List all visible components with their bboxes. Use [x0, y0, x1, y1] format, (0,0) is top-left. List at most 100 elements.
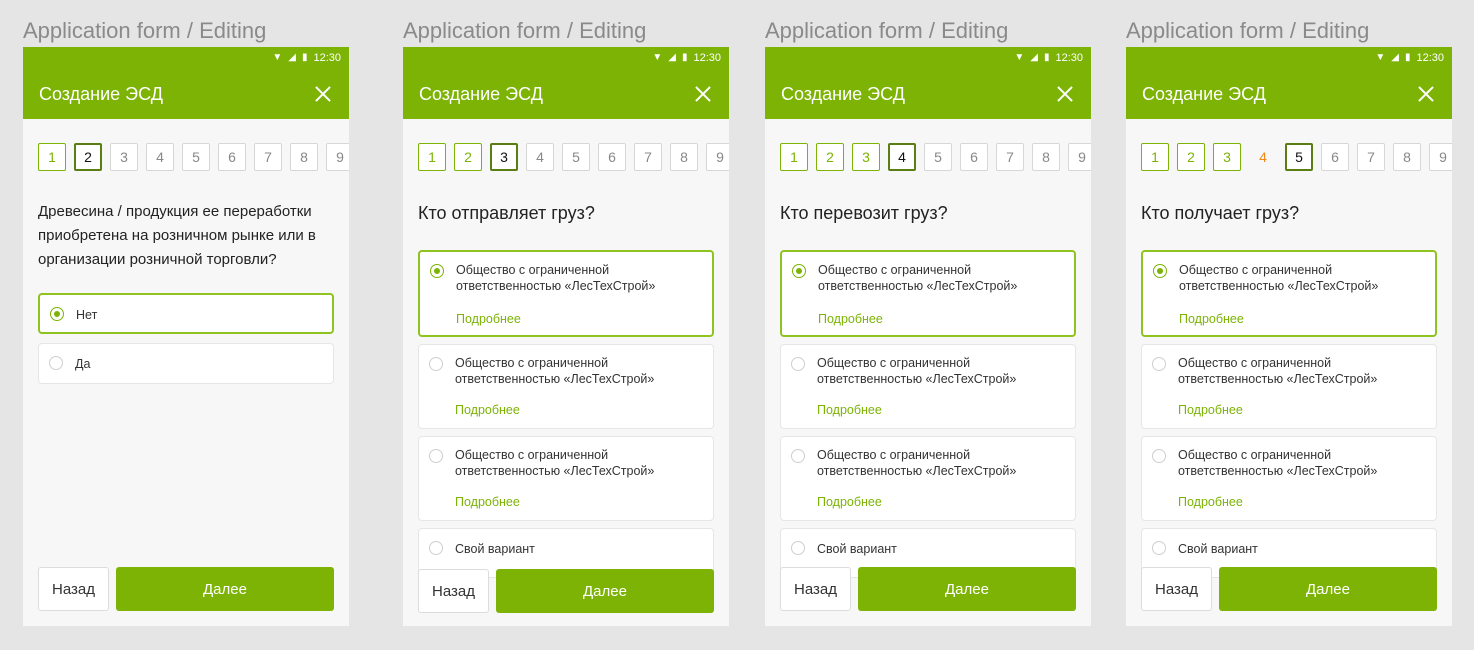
- step-3[interactable]: 3: [490, 143, 518, 171]
- step-2[interactable]: 2: [74, 143, 102, 171]
- step-4[interactable]: 4: [1249, 143, 1277, 171]
- step-4[interactable]: 4: [146, 143, 174, 171]
- step-8[interactable]: 8: [670, 143, 698, 171]
- radio-selected-icon: [50, 307, 64, 321]
- radio-selected-icon: [1153, 264, 1167, 278]
- step-9[interactable]: 9: [706, 143, 729, 171]
- details-link[interactable]: Подробнее: [1179, 312, 1244, 326]
- next-button[interactable]: Далее: [1219, 567, 1437, 611]
- option-company-2[interactable]: Общество с ограниченной ответственностью…: [418, 344, 714, 429]
- step-7[interactable]: 7: [1357, 143, 1385, 171]
- radio-selected-icon: [430, 264, 444, 278]
- app-title: Создание ЭСД: [39, 83, 163, 104]
- step-1[interactable]: 1: [38, 143, 66, 171]
- option-company-3[interactable]: Общество с ограниченной ответственностью…: [1141, 436, 1437, 521]
- signal-icon: ◢: [668, 52, 676, 63]
- step-1[interactable]: 1: [1141, 143, 1169, 171]
- step-5[interactable]: 5: [182, 143, 210, 171]
- next-button[interactable]: Далее: [116, 567, 334, 611]
- back-button[interactable]: Назад: [418, 569, 489, 613]
- step-2[interactable]: 2: [1177, 143, 1205, 171]
- radio-icon: [429, 541, 443, 555]
- step-3[interactable]: 3: [1213, 143, 1241, 171]
- step-9[interactable]: 9: [1068, 143, 1091, 171]
- step-1[interactable]: 1: [418, 143, 446, 171]
- step-6[interactable]: 6: [218, 143, 246, 171]
- step-5[interactable]: 5: [562, 143, 590, 171]
- option-label: Свой вариант: [455, 542, 535, 556]
- details-link[interactable]: Подробнее: [455, 495, 520, 509]
- battery-icon: ▮: [681, 52, 688, 63]
- option-company-1[interactable]: Общество с ограниченной ответственностью…: [1141, 250, 1437, 337]
- step-8[interactable]: 8: [290, 143, 318, 171]
- wifi-icon: ▼: [1375, 52, 1386, 63]
- details-link[interactable]: Подробнее: [456, 312, 521, 326]
- details-link[interactable]: Подробнее: [817, 495, 882, 509]
- wifi-icon: ▼: [272, 52, 283, 63]
- next-button[interactable]: Далее: [858, 567, 1076, 611]
- close-icon[interactable]: [313, 84, 333, 104]
- step-7[interactable]: 7: [634, 143, 662, 171]
- option-label: Общество с ограниченной ответственностью…: [1178, 448, 1378, 478]
- step-3[interactable]: 3: [110, 143, 138, 171]
- app-title: Создание ЭСД: [1142, 83, 1266, 104]
- step-4[interactable]: 4: [888, 143, 916, 171]
- option-company-2[interactable]: Общество с ограниченной ответственностью…: [780, 344, 1076, 429]
- next-button[interactable]: Далее: [496, 569, 714, 613]
- option-label: Общество с ограниченной ответственностью…: [455, 448, 655, 478]
- phone-screen-3: ▼ ◢ ▮ 12:30 Создание ЭСД 1 2 3 4 5 6 7 8…: [765, 47, 1091, 626]
- back-button[interactable]: Назад: [1141, 567, 1212, 611]
- option-company-3[interactable]: Общество с ограниченной ответственностью…: [418, 436, 714, 521]
- question-text: Кто получает груз?: [1141, 203, 1300, 223]
- step-7[interactable]: 7: [254, 143, 282, 171]
- option-no[interactable]: Нет: [38, 293, 334, 334]
- details-link[interactable]: Подробнее: [1178, 403, 1243, 417]
- app-title: Создание ЭСД: [419, 83, 543, 104]
- step-7[interactable]: 7: [996, 143, 1024, 171]
- option-company-3[interactable]: Общество с ограниченной ответственностью…: [780, 436, 1076, 521]
- step-8[interactable]: 8: [1393, 143, 1421, 171]
- option-yes[interactable]: Да: [38, 343, 334, 384]
- details-link[interactable]: Подробнее: [1178, 495, 1243, 509]
- back-button[interactable]: Назад: [38, 567, 109, 611]
- step-1[interactable]: 1: [780, 143, 808, 171]
- status-bar: ▼ ◢ ▮ 12:30: [403, 47, 729, 69]
- step-6[interactable]: 6: [1321, 143, 1349, 171]
- step-4[interactable]: 4: [526, 143, 554, 171]
- details-link[interactable]: Подробнее: [817, 403, 882, 417]
- status-bar: ▼ ◢ ▮ 12:30: [1126, 47, 1452, 69]
- step-6[interactable]: 6: [960, 143, 988, 171]
- app-title: Создание ЭСД: [781, 83, 905, 104]
- signal-icon: ◢: [288, 52, 296, 63]
- close-icon[interactable]: [693, 84, 713, 104]
- step-3[interactable]: 3: [852, 143, 880, 171]
- option-company-1[interactable]: Общество с ограниченной ответственностью…: [780, 250, 1076, 337]
- step-9[interactable]: 9: [326, 143, 349, 171]
- step-8[interactable]: 8: [1032, 143, 1060, 171]
- option-company-2[interactable]: Общество с ограниченной ответственностью…: [1141, 344, 1437, 429]
- option-label: Нет: [76, 308, 98, 322]
- status-time: 12:30: [693, 52, 721, 64]
- radio-icon: [1152, 357, 1166, 371]
- frame-title: Application form / Editing: [23, 18, 267, 43]
- status-time: 12:30: [1416, 52, 1444, 64]
- phone-screen-2: ▼ ◢ ▮ 12:30 Создание ЭСД 1 2 3 4 5 6 7 8…: [403, 47, 729, 626]
- option-company-1[interactable]: Общество с ограниченной ответственностью…: [418, 250, 714, 337]
- back-button[interactable]: Назад: [780, 567, 851, 611]
- details-link[interactable]: Подробнее: [455, 403, 520, 417]
- close-icon[interactable]: [1055, 84, 1075, 104]
- phone-screen-4: ▼ ◢ ▮ 12:30 Создание ЭСД 1 2 3 4 5 6 7 8…: [1126, 47, 1452, 626]
- step-5[interactable]: 5: [1285, 143, 1313, 171]
- option-label: Общество с ограниченной ответственностью…: [455, 356, 655, 386]
- step-6[interactable]: 6: [598, 143, 626, 171]
- step-5[interactable]: 5: [924, 143, 952, 171]
- question-text: Древесина / продукция ее переработки при…: [38, 203, 316, 268]
- step-9[interactable]: 9: [1429, 143, 1452, 171]
- details-link[interactable]: Подробнее: [818, 312, 883, 326]
- radio-icon: [1152, 449, 1166, 463]
- step-2[interactable]: 2: [454, 143, 482, 171]
- radio-icon: [791, 449, 805, 463]
- close-icon[interactable]: [1416, 84, 1436, 104]
- step-2[interactable]: 2: [816, 143, 844, 171]
- option-label: Общество с ограниченной ответственностью…: [1178, 356, 1378, 386]
